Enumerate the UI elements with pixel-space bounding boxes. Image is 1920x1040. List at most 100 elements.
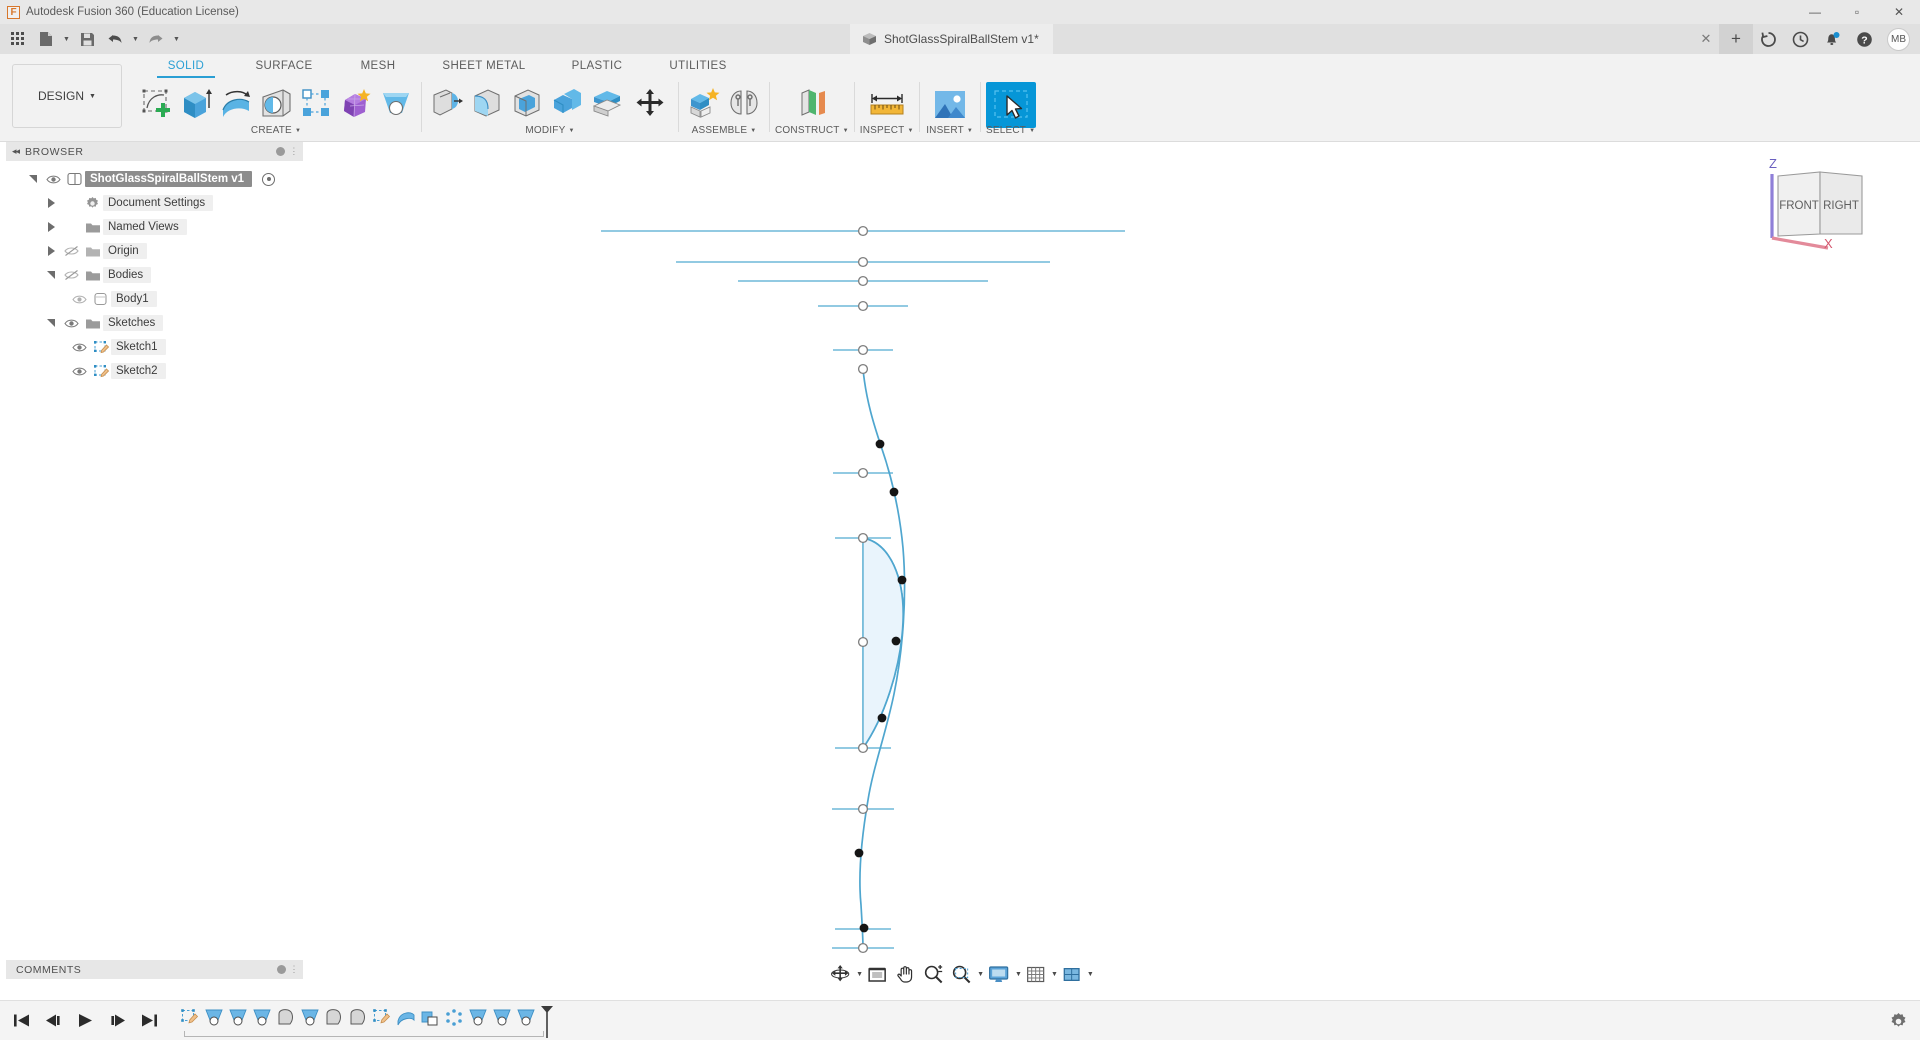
redo-icon[interactable] [143,27,169,51]
panel-grip-icon[interactable]: ⋮ [290,964,300,975]
rectangular-pattern-icon[interactable] [296,82,336,124]
design-canvas[interactable]: Z X FRONT RIGHT [303,142,1920,1000]
select-tool-icon[interactable] [985,82,1036,128]
loft-feature-icon[interactable] [322,1005,346,1031]
document-tab[interactable]: ShotGlassSpiralBallStem v1* [850,24,1053,54]
revolve-icon[interactable] [216,82,256,124]
panel-assemble-label[interactable]: ASSEMBLE ▼ [692,125,757,136]
insert-image-icon[interactable] [925,82,975,128]
fit-view-icon[interactable] [863,961,891,987]
tree-row-bodies[interactable]: Bodies [6,263,303,287]
orbit-caret-icon[interactable]: ▼ [856,971,863,978]
revolve-feature-icon[interactable] [250,1005,274,1031]
panel-modify-label[interactable]: MODIFY ▼ [525,125,574,136]
revolve-feature-icon[interactable] [466,1005,490,1031]
press-pull-icon[interactable] [427,82,467,124]
visibility-eye-icon[interactable] [68,366,90,377]
panel-menu-icon[interactable] [276,965,286,974]
measure-icon[interactable] [862,82,912,128]
joint-icon[interactable] [724,82,764,124]
redo-caret-icon[interactable]: ▼ [171,27,182,51]
move-copy-icon[interactable] [627,82,673,124]
workspace-switcher[interactable]: DESIGN ▼ [12,64,122,128]
step-forward-icon[interactable] [106,1009,128,1033]
expander-right-icon[interactable] [42,222,60,232]
zoom-window-caret-icon[interactable]: ▼ [977,971,984,978]
jump-to-beginning-icon[interactable] [10,1009,32,1033]
save-icon[interactable] [74,27,100,51]
revolve-feature-icon[interactable] [226,1005,250,1031]
tree-row-sketches[interactable]: Sketches [6,311,303,335]
collapse-left-icon[interactable]: ◂◂ [12,146,20,157]
revolve-feature-icon[interactable] [298,1005,322,1031]
close-icon[interactable]: ✕ [1878,0,1920,24]
tab-mesh[interactable]: MESH [336,58,420,76]
visibility-eye-icon[interactable] [60,318,82,329]
step-back-icon[interactable] [42,1009,64,1033]
loft-feature-icon[interactable] [346,1005,370,1031]
tree-row-named-views[interactable]: Named Views [6,215,303,239]
visibility-eye-icon[interactable] [68,294,90,305]
notifications-bell-icon[interactable] [1817,24,1847,54]
new-tab-icon[interactable]: + [1719,24,1753,54]
tab-plastic[interactable]: PLASTIC [548,58,646,76]
help-icon[interactable]: ? [1849,24,1879,54]
expander-right-icon[interactable] [42,198,60,208]
expander-down-icon[interactable] [42,271,60,279]
hole-icon[interactable] [256,82,296,124]
sketch-feature-icon[interactable] [370,1005,394,1031]
combine-feature-icon[interactable] [418,1005,442,1031]
avatar[interactable]: MB [1887,27,1910,51]
tree-row-sketch2[interactable]: Sketch2 [6,359,303,383]
maximize-icon[interactable]: ▫ [1836,0,1878,24]
minimize-icon[interactable]: — [1794,0,1836,24]
view-cube[interactable]: Z X FRONT RIGHT [1760,156,1880,252]
undo-caret-icon[interactable]: ▼ [130,27,141,51]
tab-sheet-metal[interactable]: SHEET METAL [420,58,548,76]
activate-circle-icon[interactable] [262,172,276,186]
visibility-eye-icon[interactable] [68,342,90,353]
tree-row-shotglassspiralballstem[interactable]: ShotGlassSpiralBallStem v1 [6,167,303,191]
tab-solid[interactable]: SOLID [140,58,232,76]
loft-feature-icon[interactable] [274,1005,298,1031]
combine-icon[interactable] [547,82,587,124]
fillet-icon[interactable] [467,82,507,124]
create-sketch-icon[interactable] [136,82,176,124]
display-settings-caret-icon[interactable]: ▼ [1015,971,1022,978]
panel-insert-label[interactable]: INSERT ▼ [926,125,973,136]
display-settings-icon[interactable] [984,961,1013,987]
new-document-icon[interactable] [33,27,59,51]
visibility-hidden-eye-icon[interactable] [60,245,82,257]
panel-grip-icon[interactable]: ⋮ [289,146,299,157]
expander-right-icon[interactable] [42,246,60,256]
tab-surface[interactable]: SURFACE [232,58,336,76]
viewports-icon[interactable] [1058,961,1085,987]
tree-row-sketch1[interactable]: Sketch1 [6,335,303,359]
offset-plane-icon[interactable] [792,82,832,124]
undo-icon[interactable] [102,27,128,51]
pattern-feature-icon[interactable] [442,1005,466,1031]
tab-utilities[interactable]: UTILITIES [646,58,750,76]
revolve-feature-icon[interactable] [202,1005,226,1031]
viewports-caret-icon[interactable]: ▼ [1087,971,1094,978]
panel-menu-icon[interactable] [276,147,286,156]
panel-inspect-label[interactable]: INSPECT ▼ [860,125,914,136]
job-status-clock-icon[interactable] [1785,24,1815,54]
tree-row-origin[interactable]: Origin [6,239,303,263]
extrude-icon[interactable] [176,82,216,124]
sketch-feature-icon[interactable] [178,1005,202,1031]
panel-construct-label[interactable]: CONSTRUCT ▼ [775,125,849,136]
tree-row-body1[interactable]: Body1 [6,287,303,311]
document-tab-close-icon[interactable]: ✕ [1693,24,1719,54]
expander-down-icon[interactable] [42,319,60,327]
zoom-icon[interactable] [919,961,947,987]
shell-icon[interactable] [507,82,547,124]
jump-to-end-icon[interactable] [138,1009,160,1033]
visibility-hidden-eye-icon[interactable] [60,269,82,281]
pan-icon[interactable] [891,961,919,987]
split-body-icon[interactable] [587,82,627,124]
comments-panel-header[interactable]: COMMENTS ⋮ [6,960,303,979]
revolve-feature-icon[interactable] [490,1005,514,1031]
sweep-feature-icon[interactable] [394,1005,418,1031]
play-icon[interactable] [74,1009,96,1033]
